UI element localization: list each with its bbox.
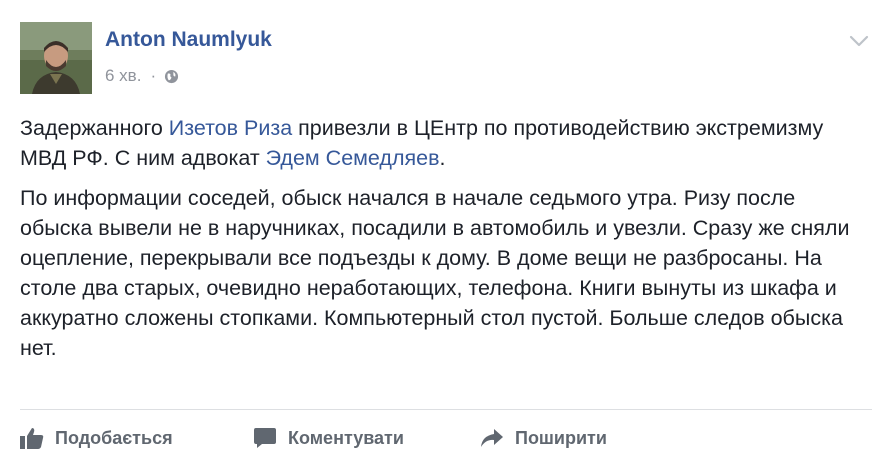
paragraph-text: Задержанного [20, 116, 169, 140]
share-button[interactable]: Поширити [480, 428, 607, 449]
comment-label: Коментувати [288, 427, 404, 448]
divider [20, 409, 872, 410]
post-card: Anton Naumlyuk 6 хв. · Задержанного Изет… [0, 0, 894, 465]
thumbs-up-icon [20, 428, 44, 449]
globe-icon[interactable] [164, 69, 179, 84]
post-header: Anton Naumlyuk 6 хв. · [20, 22, 874, 94]
post-actions: Подобається Коментувати Поширити [20, 421, 607, 455]
post-paragraph: Задержанного Изетов Риза привезли в ЦЕнт… [20, 113, 870, 173]
tagged-person-link[interactable]: Изетов Риза [169, 116, 292, 140]
chevron-down-icon[interactable] [848, 34, 870, 48]
avatar[interactable] [20, 22, 92, 94]
post-paragraph: По информации соседей, обыск начался в н… [20, 186, 850, 360]
like-label: Подобається [55, 427, 173, 448]
comment-icon [254, 428, 276, 448]
post-text: Задержанного Изетов Риза привезли в ЦЕнт… [20, 113, 870, 373]
meta-separator: · [150, 66, 157, 85]
comment-button[interactable]: Коментувати [253, 427, 480, 449]
paragraph-text: . [439, 146, 446, 170]
post-meta: 6 хв. · [105, 66, 179, 86]
post-timestamp[interactable]: 6 хв. [105, 66, 141, 86]
author-name[interactable]: Anton Naumlyuk [105, 28, 272, 52]
share-icon [481, 429, 503, 447]
share-label: Поширити [515, 427, 607, 448]
tagged-person-link[interactable]: Эдем Семедляев [266, 146, 440, 170]
like-button[interactable]: Подобається [20, 427, 253, 449]
